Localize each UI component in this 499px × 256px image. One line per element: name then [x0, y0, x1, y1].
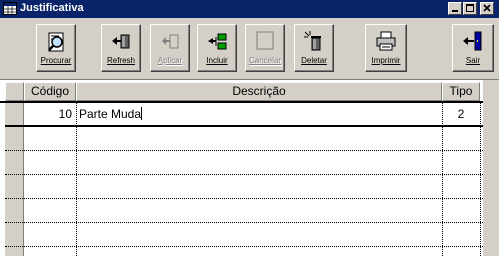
sair-label: Sair — [465, 56, 481, 65]
close-button[interactable] — [480, 2, 494, 15]
grid-right-edge — [483, 80, 499, 256]
sair-button[interactable]: Sair — [452, 24, 494, 72]
cell-tipo[interactable]: 2 — [442, 104, 480, 124]
toolbar: Procurar Refresh Aplicar Incluir Cancela… — [0, 18, 499, 80]
incluir-label: Incluir — [206, 56, 228, 65]
app-icon — [3, 2, 17, 15]
deletar-label: Deletar — [301, 56, 327, 65]
row-indicator-header — [5, 82, 24, 101]
printer-icon — [376, 31, 396, 51]
imprimir-button[interactable]: Imprimir — [365, 24, 407, 72]
header-divider — [0, 101, 499, 103]
cancelar-label: Cancelar — [248, 56, 281, 65]
cancelar-button[interactable]: Cancelar — [245, 24, 285, 72]
minimize-icon — [452, 10, 458, 12]
exit-icon — [463, 31, 482, 51]
imprimir-label: Imprimir — [371, 56, 401, 65]
column-divider — [76, 103, 77, 256]
column-header-tipo[interactable]: Tipo — [442, 82, 480, 101]
search-icon — [48, 32, 64, 52]
cancel-icon — [256, 31, 274, 50]
aplicar-label: Aplicar — [157, 56, 183, 65]
refresh-icon — [112, 34, 130, 49]
cell-descricao-text: Parte Muda — [79, 107, 142, 121]
aplicar-button[interactable]: Aplicar — [150, 24, 190, 72]
procurar-button[interactable]: Procurar — [36, 24, 76, 72]
column-header-descricao[interactable]: Descrição — [76, 82, 442, 101]
row-indicator-empty — [5, 125, 24, 256]
procurar-label: Procurar — [40, 56, 72, 65]
cell-codigo[interactable]: 10 — [24, 104, 72, 124]
maximize-icon — [466, 4, 474, 12]
refresh-button[interactable]: Refresh — [101, 24, 141, 72]
include-icon — [208, 33, 227, 50]
title-bar[interactable]: Justificativa — [0, 0, 499, 18]
close-icon — [483, 4, 491, 12]
window-title: Justificativa — [20, 2, 84, 14]
column-header-codigo[interactable]: Código — [24, 82, 76, 101]
apply-icon — [162, 34, 179, 49]
refresh-label: Refresh — [106, 56, 135, 65]
row-indicator[interactable] — [5, 103, 24, 125]
incluir-button[interactable]: Incluir — [197, 24, 237, 72]
data-grid[interactable]: Código Descrição Tipo 10 Parte Muda 2 — [0, 80, 499, 256]
column-divider — [442, 103, 443, 256]
deletar-button[interactable]: Deletar — [294, 24, 334, 72]
maximize-button[interactable] — [463, 2, 477, 15]
minimize-button[interactable] — [448, 2, 462, 15]
column-divider — [480, 103, 481, 256]
delete-icon — [304, 31, 321, 51]
text-cursor — [141, 107, 143, 120]
cell-descricao[interactable]: Parte Muda — [79, 104, 439, 124]
